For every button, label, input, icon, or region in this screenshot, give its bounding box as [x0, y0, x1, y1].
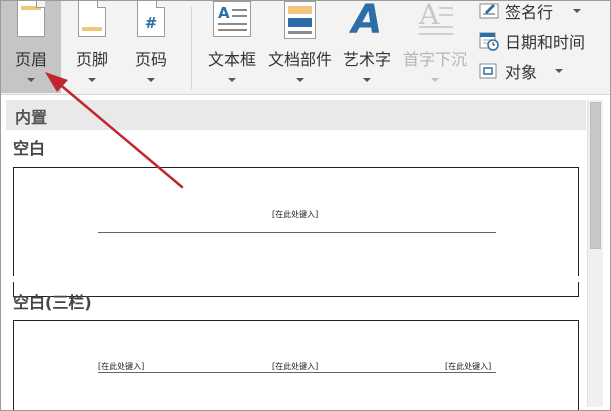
chevron-down-icon: [573, 9, 581, 13]
chevron-down-icon: [27, 78, 35, 82]
gallery-item-title: 空白: [13, 139, 46, 158]
header-rule: [98, 232, 496, 233]
object-button[interactable]: 对象: [477, 59, 577, 85]
page-number-button-label: 页码: [134, 50, 167, 69]
gallery-scrollbar[interactable]: [587, 100, 603, 407]
chevron-down-icon: [88, 78, 96, 82]
chevron-down-icon: [296, 78, 304, 82]
dropcap-icon: A: [419, 1, 453, 39]
wordart-button[interactable]: A 艺术字: [337, 1, 397, 93]
placeholder-text-left: [在此处键入]: [98, 362, 145, 371]
signature-line-label: 签名行: [505, 3, 554, 22]
quick-parts-button-label: 文档部件: [267, 50, 332, 69]
gallery-item-gap: [6, 276, 586, 282]
placeholder-text-center: [在此处键入]: [272, 362, 319, 371]
window-frame: 页眉 页脚 # 页码 A 文本框 文档部件 A 艺术字 A 首字下沉 签名行 日…: [0, 0, 611, 411]
date-time-label: 日期和时间: [505, 33, 586, 52]
header-rule: [98, 372, 496, 373]
wordart-icon: A: [351, 0, 383, 43]
header-button[interactable]: 页眉: [1, 1, 61, 93]
textbox-icon: A: [213, 1, 251, 37]
signature-line-button[interactable]: 签名行: [477, 1, 597, 25]
chevron-down-icon: [147, 78, 155, 82]
footer-button[interactable]: 页脚: [63, 1, 121, 93]
page-number-button[interactable]: # 页码: [123, 1, 179, 93]
wordart-button-label: 艺术字: [342, 50, 391, 69]
chevron-down-icon: [431, 78, 439, 82]
date-time-button[interactable]: 日期和时间: [477, 29, 607, 55]
scrollbar-thumb[interactable]: [590, 102, 601, 249]
object-icon: [479, 63, 497, 79]
quick-parts-icon: [284, 1, 316, 39]
header-button-label: 页眉: [14, 50, 47, 69]
placeholder-text-right: [在此处键入]: [445, 362, 492, 371]
dropcap-button-label: 首字下沉: [402, 50, 467, 69]
calendar-clock-icon: [479, 32, 499, 51]
footer-button-label: 页脚: [75, 50, 108, 69]
footer-page-icon: [78, 1, 106, 37]
category-label: 内置: [15, 108, 48, 127]
textbox-button-label: 文本框: [207, 50, 256, 69]
textbox-button[interactable]: A 文本框: [201, 1, 263, 93]
object-label: 对象: [505, 63, 538, 82]
gallery-item-blank-three-column[interactable]: [在此处键入] [在此处键入] [在此处键入]: [13, 320, 579, 410]
signature-line-icon: [479, 3, 499, 19]
quick-parts-button[interactable]: 文档部件: [263, 1, 337, 93]
dropcap-button[interactable]: A 首字下沉: [397, 1, 473, 93]
header-page-icon: [17, 1, 45, 37]
header-gallery: 内置 空白 [在此处键入] 空白(三栏) [在此处键入] [在此处键入] [在此…: [2, 96, 610, 410]
ribbon-group-divider: [191, 7, 192, 89]
placeholder-text: [在此处键入]: [272, 210, 319, 219]
chevron-down-icon: [228, 78, 236, 82]
gallery-category-header: 内置: [6, 100, 586, 130]
chevron-down-icon: [363, 78, 371, 82]
page-number-icon: #: [137, 1, 165, 37]
chevron-down-icon: [555, 69, 563, 73]
insert-ribbon: 页眉 页脚 # 页码 A 文本框 文档部件 A 艺术字 A 首字下沉 签名行 日…: [1, 1, 610, 95]
gallery-item-title: 空白(三栏): [13, 293, 92, 312]
